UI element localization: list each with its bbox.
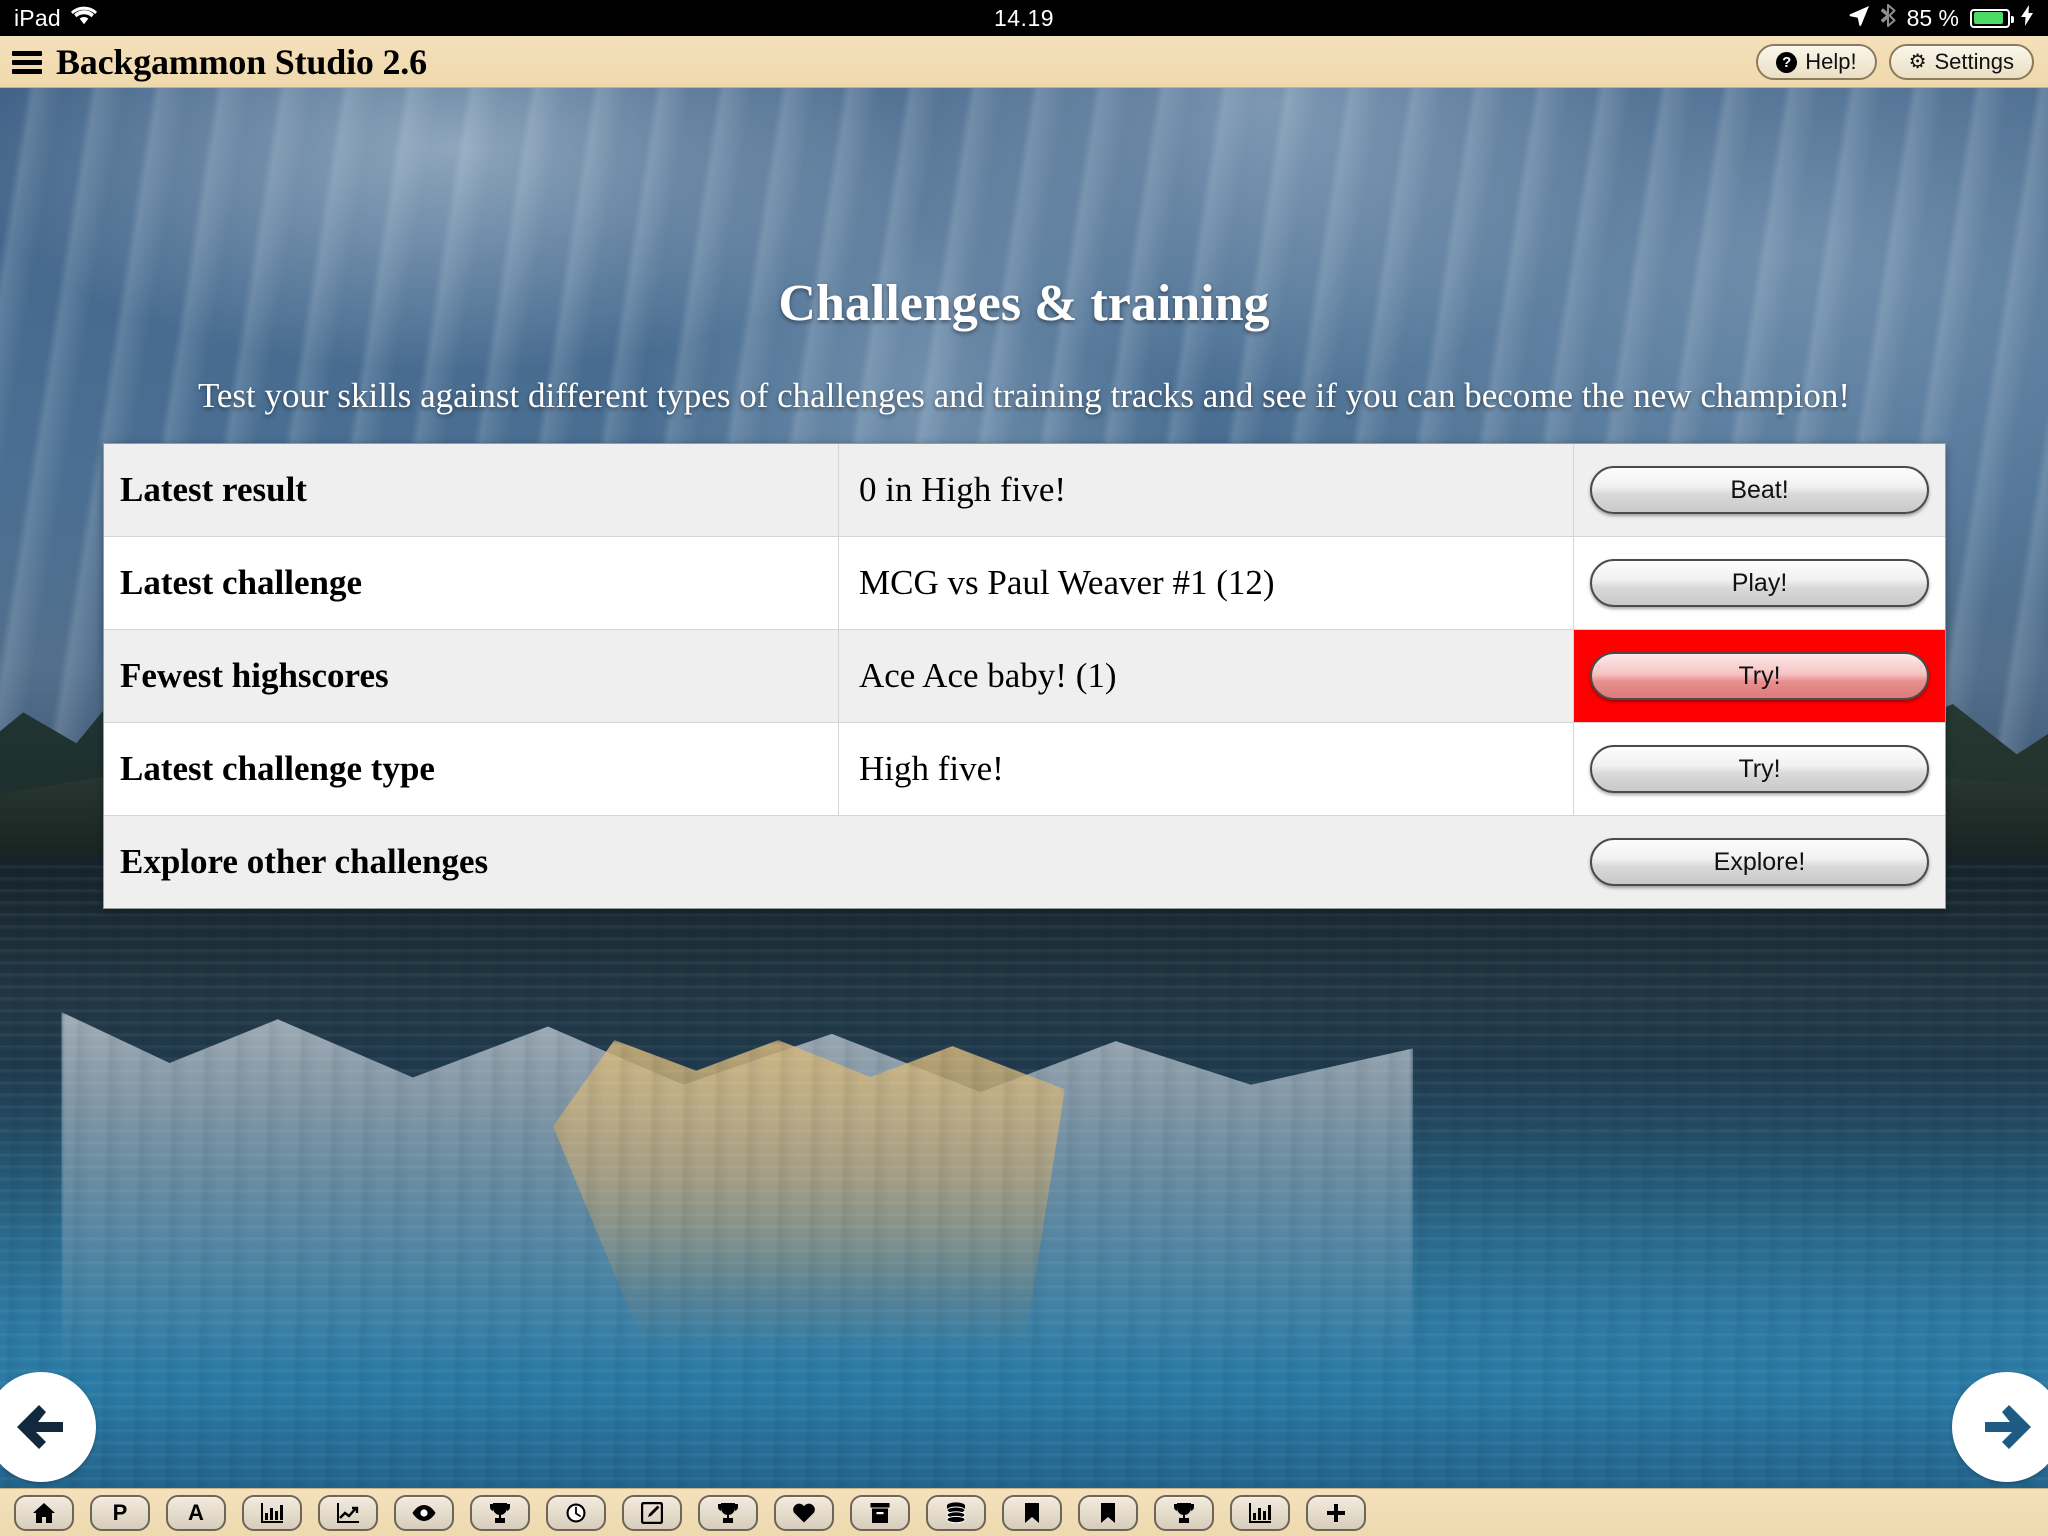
app-screen: iPad 14.19 85 % Backgammon Studio 2.6 ? … — [0, 0, 2048, 1536]
settings-button[interactable]: ⚙ Settings — [1888, 44, 2034, 80]
edit-square-icon — [641, 1501, 663, 1524]
question-circle-icon: ? — [1776, 51, 1798, 73]
try-button[interactable]: Try! — [1590, 745, 1929, 793]
settings-button-label: Settings — [1934, 49, 2015, 74]
toolbar-clock-button[interactable] — [546, 1494, 606, 1531]
bluetooth-icon — [1880, 4, 1896, 32]
battery-percent-label: 85 % — [1906, 4, 1959, 31]
app-title: Backgammon Studio 2.6 — [56, 42, 427, 82]
toolbar-bar-chart-button-2[interactable] — [1230, 1494, 1290, 1531]
bookmark-icon — [1100, 1502, 1116, 1524]
row-value: 0 in High five! — [839, 444, 1574, 536]
hamburger-menu-icon[interactable] — [12, 50, 42, 74]
play-button[interactable]: Play! — [1590, 559, 1929, 607]
letter-p-icon: P — [112, 1499, 128, 1525]
toolbar-tournament-button[interactable] — [470, 1494, 530, 1531]
app-header-right: ? Help! ⚙ Settings — [1756, 36, 2034, 88]
archive-box-icon — [870, 1502, 890, 1524]
toolbar-line-chart-button[interactable] — [318, 1494, 378, 1531]
page-title: Challenges & training — [778, 275, 1270, 332]
toolbar-trophy-button-2[interactable] — [1154, 1494, 1214, 1531]
toolbar-edit-button[interactable] — [622, 1494, 682, 1531]
row-label: Latest challenge — [104, 537, 839, 629]
bottom-toolbar: P A — [0, 1488, 2048, 1536]
bar-chart-icon — [1248, 1502, 1272, 1524]
clock-icon — [565, 1502, 587, 1524]
trophy-icon — [489, 1502, 511, 1524]
row-action-cell: Explore! — [1574, 816, 1945, 908]
table-row: Latest result 0 in High five! Beat! — [104, 444, 1945, 537]
toolbar-home-button[interactable] — [14, 1494, 74, 1531]
heart-icon — [792, 1502, 816, 1523]
toolbar-add-button[interactable] — [1306, 1494, 1366, 1531]
gear-icon: ⚙ — [1908, 51, 1927, 73]
eye-icon — [411, 1504, 437, 1522]
letter-a-icon: A — [188, 1499, 204, 1525]
row-action-cell: Beat! — [1574, 444, 1945, 536]
lightning-bolt-icon — [2021, 5, 2034, 31]
trophy-icon — [1173, 1502, 1195, 1524]
row-value: MCG vs Paul Weaver #1 (12) — [839, 537, 1574, 629]
table-row: Latest challenge MCG vs Paul Weaver #1 (… — [104, 537, 1945, 630]
row-action-cell: Play! — [1574, 537, 1945, 629]
row-action-cell-highlighted: Try! — [1574, 630, 1945, 722]
table-row-highlighted: Fewest highscores Ace Ace baby! (1) Try! — [104, 630, 1945, 723]
page-subtitle: Test your skills against different types… — [197, 376, 1851, 415]
toolbar-watch-button[interactable] — [394, 1494, 454, 1531]
plus-icon — [1325, 1502, 1347, 1524]
row-label: Explore other challenges — [120, 842, 489, 881]
toolbar-favorites-button[interactable] — [774, 1494, 834, 1531]
toolbar-positions-button[interactable]: P — [90, 1494, 150, 1531]
location-arrow-icon — [1849, 5, 1870, 31]
app-header-left: Backgammon Studio 2.6 — [12, 36, 427, 88]
explore-button[interactable]: Explore! — [1590, 838, 1929, 886]
trophy-icon — [717, 1502, 739, 1524]
toolbar-bookmark-button-2[interactable] — [1078, 1494, 1138, 1531]
row-action-cell: Try! — [1574, 723, 1945, 815]
toolbar-trophy-button[interactable] — [698, 1494, 758, 1531]
row-value: Ace Ace baby! (1) — [839, 630, 1574, 722]
app-header-bar: Backgammon Studio 2.6 ? Help! ⚙ Settings — [0, 36, 2048, 88]
row-label: Fewest highscores — [104, 630, 839, 722]
toolbar-analysis-button[interactable]: A — [166, 1494, 226, 1531]
table-row: Explore other challenges Explore! — [104, 816, 1945, 908]
toolbar-bookmark-button[interactable] — [1002, 1494, 1062, 1531]
page-content: Challenges & training Test your skills a… — [0, 88, 2048, 1488]
status-bar-clock: 14.19 — [993, 4, 1055, 31]
row-value: High five! — [839, 723, 1574, 815]
ios-status-bar: iPad 14.19 85 % — [0, 0, 2048, 36]
row-label: Latest result — [104, 444, 839, 536]
toolbar-archive-button[interactable] — [850, 1494, 910, 1531]
toolbar-database-button[interactable] — [926, 1494, 986, 1531]
line-chart-icon — [336, 1502, 360, 1524]
challenges-table: Latest result 0 in High five! Beat! Late… — [103, 443, 1946, 909]
row-label: Latest challenge type — [104, 723, 839, 815]
try-button-highlighted[interactable]: Try! — [1590, 652, 1929, 700]
help-button-label: Help! — [1805, 49, 1857, 74]
table-row: Latest challenge type High five! Try! — [104, 723, 1945, 816]
arrow-right-circle-icon — [1971, 1391, 2043, 1463]
database-icon — [945, 1501, 967, 1524]
bookmark-icon — [1024, 1502, 1040, 1524]
toolbar-bar-chart-button[interactable] — [242, 1494, 302, 1531]
beat-button[interactable]: Beat! — [1590, 466, 1929, 514]
help-button[interactable]: ? Help! — [1756, 44, 1877, 80]
status-bar-right: 85 % — [1849, 0, 2034, 36]
bar-chart-icon — [260, 1502, 284, 1524]
arrow-left-circle-icon — [5, 1391, 77, 1463]
home-icon — [32, 1502, 56, 1524]
battery-icon — [1970, 8, 2014, 28]
